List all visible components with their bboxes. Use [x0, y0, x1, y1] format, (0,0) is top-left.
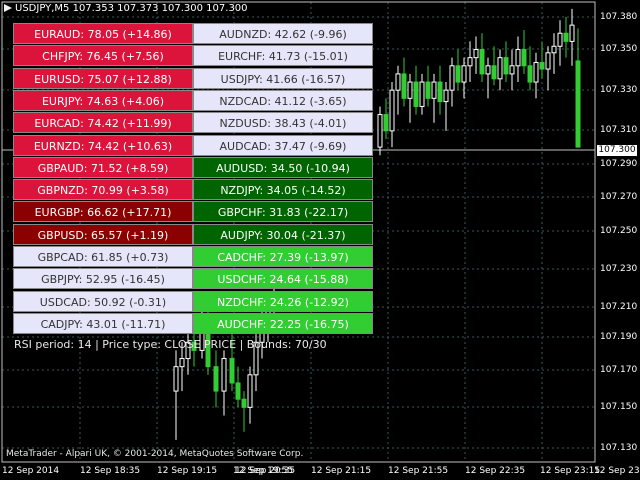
price-tick-label: 107.210: [600, 302, 638, 312]
rsi-cell: AUDCHF: 22.25 (-16.75): [193, 312, 373, 334]
time-tick-label: 12 Sep 22:35: [465, 466, 526, 476]
rsi-cell: GBPNZD: 70.99 (+3.58): [13, 179, 193, 201]
time-tick-label: 12 Sep 2014: [2, 466, 60, 476]
candle-body: [503, 57, 509, 75]
candle-body: [173, 366, 179, 392]
price-tick-label: 107.250: [600, 226, 638, 236]
time-tick-label: 12 Sep 23:55: [594, 466, 640, 476]
candle-body: [241, 398, 247, 408]
rsi-cell: GBPJPY: 52.95 (-16.45): [13, 268, 193, 290]
candle-body: [383, 114, 389, 132]
candle-body: [521, 49, 527, 67]
rsi-cell: GBPUSD: 65.57 (+1.19): [13, 223, 193, 245]
candle-body: [443, 89, 449, 103]
candle-body: [229, 358, 235, 384]
candle-body: [497, 57, 503, 80]
candle-body: [449, 65, 455, 91]
candle-body: [431, 81, 437, 99]
candle-body: [515, 49, 521, 67]
rsi-cell: CHFJPY: 76.45 (+7.56): [13, 45, 193, 67]
price-tick-label: 107.170: [600, 365, 638, 375]
rsi-cell: NZDCAD: 41.12 (-3.65): [193, 89, 373, 111]
candle-body: [545, 52, 551, 70]
rsi-cell: USDCHF: 24.64 (-15.88): [193, 268, 373, 290]
symbol-arrow-icon: [4, 4, 12, 12]
rsi-cell: USDJPY: 41.66 (-16.57): [193, 67, 373, 89]
price-tick-label: 107.380: [600, 12, 638, 22]
candle-body: [509, 65, 515, 75]
rsi-cell: EURNZD: 74.42 (+10.63): [13, 134, 193, 156]
copyright-text: MetaTrader - Alpari UK, © 2001-2014, Met…: [6, 449, 304, 459]
price-tick-label: 107.150: [600, 402, 638, 412]
candle-body: [437, 81, 443, 103]
candle-body: [389, 89, 395, 132]
price-tick-label: 107.330: [600, 85, 638, 95]
price-tick-label: 107.310: [600, 125, 638, 135]
time-tick-label: 12 Sep 21:55: [388, 466, 449, 476]
candle-body: [533, 62, 539, 83]
candle-body: [407, 81, 413, 99]
rsi-cell: AUDJPY: 30.04 (-21.37): [193, 223, 373, 245]
price-tick-label: 107.350: [600, 44, 638, 54]
rsi-cell: EURJPY: 74.63 (+4.06): [13, 89, 193, 111]
time-tick-label: 12 Sep 18:35: [80, 466, 141, 476]
rsi-settings-info: RSI period: 14 | Price type: CLOSE PRICE…: [14, 338, 327, 351]
price-tick-label: 107.290: [600, 159, 638, 169]
rsi-cell: USDCAD: 50.92 (-0.31): [13, 290, 193, 312]
rsi-cell: NZDCHF: 24.26 (-12.92): [193, 290, 373, 312]
rsi-cell: GBPCHF: 31.83 (-22.17): [193, 201, 373, 223]
candle-body: [491, 65, 497, 80]
candle-body: [377, 114, 383, 148]
price-tick-label: 107.230: [600, 264, 638, 274]
candle-body: [395, 73, 401, 91]
candle-body: [557, 32, 563, 47]
rsi-cell: GBPAUD: 71.52 (+8.59): [13, 156, 193, 178]
rsi-cell: CADCHF: 27.39 (-13.97): [193, 246, 373, 267]
candle-body: [461, 65, 467, 83]
candle-body: [467, 57, 473, 67]
time-tick-label: 12 Sep 20:35: [235, 466, 296, 476]
rsi-cell: AUDNZD: 42.62 (-9.96): [193, 23, 373, 44]
candle-body: [575, 60, 581, 148]
candle-body: [401, 73, 407, 99]
candle-body: [563, 32, 569, 42]
rsi-grid-panel: EURAUD: 78.05 (+14.86) CHFJPY: 76.45 (+7.…: [13, 23, 373, 335]
candle-body: [221, 358, 227, 392]
candle-body: [413, 81, 419, 107]
current-price-tag: 107.300: [597, 145, 637, 156]
price-tick-label: 107.190: [600, 332, 638, 342]
candle-body: [247, 374, 253, 408]
candle-body: [527, 65, 533, 83]
rsi-cell: NZDJPY: 34.05 (-14.52): [193, 179, 373, 201]
time-tick-label: 12 Sep 21:15: [311, 466, 372, 476]
rsi-cell: EURCHF: 41.73 (-15.01): [193, 45, 373, 67]
rsi-cell: GBPCAD: 61.85 (+0.73): [13, 246, 193, 267]
rsi-cell: AUDCAD: 37.47 (-9.69): [193, 134, 373, 156]
candle-body: [213, 366, 219, 392]
candle-body: [179, 358, 185, 368]
candle-body: [569, 24, 575, 42]
rsi-cell: CADJPY: 43.01 (-11.71): [13, 312, 193, 334]
time-tick-label: 12 Sep 19:15: [157, 466, 218, 476]
time-tick-label: 12 Sep 23:15: [540, 466, 601, 476]
candle-body: [539, 62, 545, 70]
candle-body: [425, 81, 431, 99]
candle-body: [485, 65, 491, 75]
candle-body: [551, 45, 557, 54]
candle-body: [473, 49, 479, 59]
price-tick-label: 107.130: [600, 443, 638, 453]
rsi-cell: EURUSD: 75.07 (+12.88): [13, 67, 193, 89]
rsi-cell: EURAUD: 78.05 (+14.86): [13, 23, 193, 44]
candle-body: [235, 382, 241, 400]
rsi-cell: EURGBP: 66.62 (+17.71): [13, 201, 193, 223]
candle-body: [419, 81, 425, 107]
price-tick-label: 107.270: [600, 192, 638, 202]
rsi-cell: NZDUSD: 38.43 (-4.01): [193, 112, 373, 134]
chart-title-text: USDJPY,M5 107.353 107.373 107.300 107.30…: [15, 3, 248, 14]
chart-title: USDJPY,M5 107.353 107.373 107.300 107.30…: [4, 3, 248, 14]
candle-body: [455, 65, 461, 83]
rsi-cell: AUDUSD: 34.50 (-10.94): [193, 156, 373, 178]
candle-body: [479, 49, 485, 75]
rsi-cell: EURCAD: 74.42 (+11.99): [13, 112, 193, 134]
